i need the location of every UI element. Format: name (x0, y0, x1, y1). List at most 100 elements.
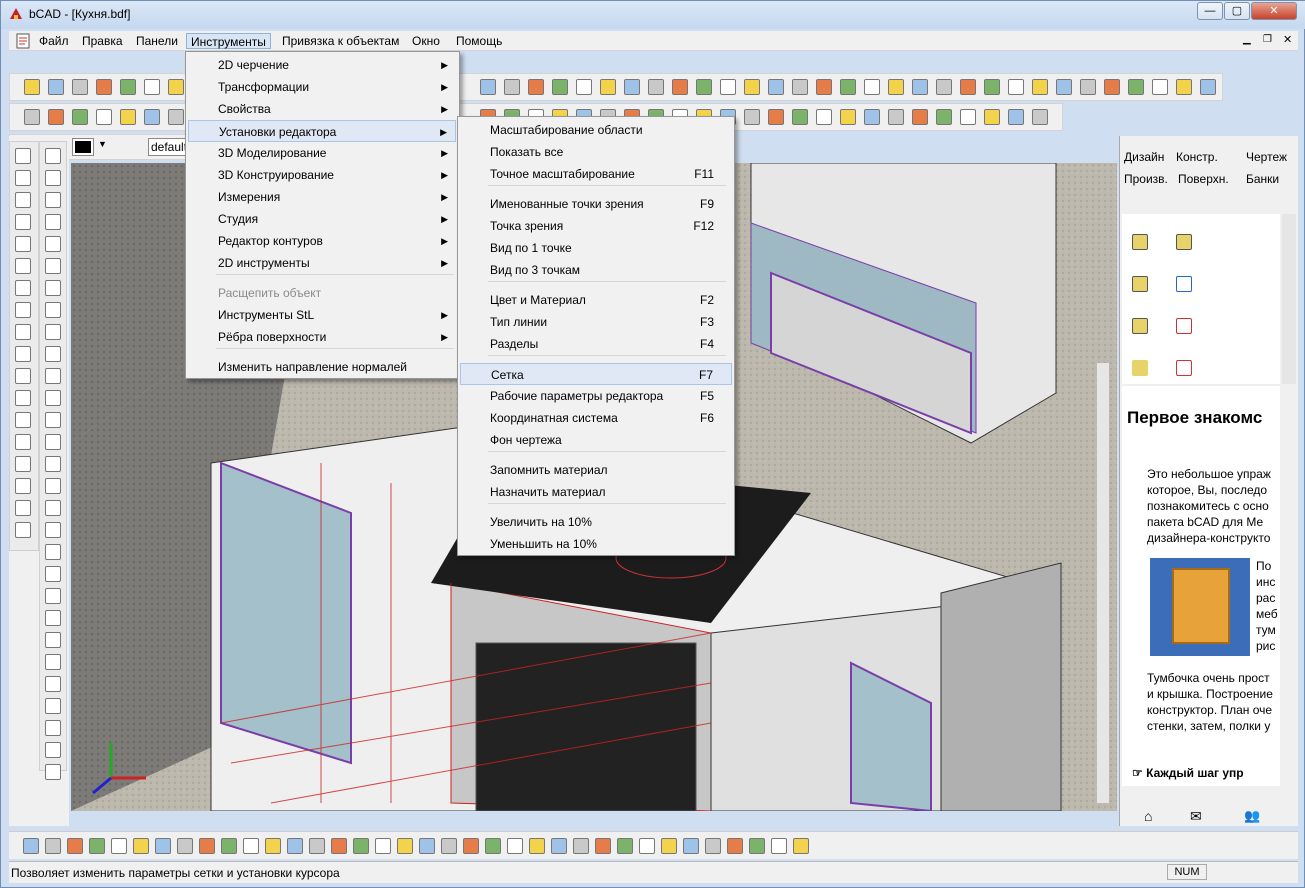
model-tool-icon[interactable] (529, 838, 545, 854)
model-tool-icon[interactable] (89, 838, 105, 854)
draw-tool-icon[interactable] (15, 236, 31, 252)
toolbar-tool-icon[interactable] (96, 109, 112, 125)
toolbar-tool-icon[interactable] (1152, 79, 1168, 95)
box-tool-icon[interactable] (1132, 276, 1148, 292)
toolbar-tool-icon[interactable] (744, 79, 760, 95)
toolbar-tool-icon[interactable] (1008, 79, 1024, 95)
editor-menu-item[interactable]: Запомнить материал (460, 459, 732, 481)
draw-tool-icon[interactable] (45, 214, 61, 230)
model-tool-icon[interactable] (375, 838, 391, 854)
mdi-restore-icon[interactable]: ❐ (1263, 34, 1272, 45)
toolbar-tool-icon[interactable] (960, 109, 976, 125)
toolbar-tool-icon[interactable] (72, 79, 88, 95)
draw-tool-icon[interactable] (15, 456, 31, 472)
tab-production[interactable]: Произв. (1124, 172, 1168, 186)
editor-menu-item[interactable]: Фон чертежа (460, 429, 732, 451)
toolbar-tool-icon[interactable] (744, 109, 760, 125)
draw-tool-icon[interactable] (15, 434, 31, 450)
toolbar-tool-icon[interactable] (1008, 109, 1024, 125)
model-tool-icon[interactable] (221, 838, 237, 854)
toolbar-tool-icon[interactable] (864, 109, 880, 125)
toolbar-tool-icon[interactable] (720, 79, 736, 95)
menu-file[interactable]: Файл (35, 33, 73, 49)
draw-tool-icon[interactable] (45, 324, 61, 340)
model-tool-icon[interactable] (661, 838, 677, 854)
tools-menu-item[interactable]: Студия ▶ (188, 208, 456, 230)
mail-icon[interactable]: ✉ (1190, 808, 1202, 825)
tools-menu-item[interactable]: Свойства ▶ (188, 98, 456, 120)
draw-tool-icon[interactable] (15, 390, 31, 406)
model-tool-icon[interactable] (397, 838, 413, 854)
toolbar-tool-icon[interactable] (1176, 79, 1192, 95)
draw-tool-icon[interactable] (15, 302, 31, 318)
draw-tool-icon[interactable] (45, 588, 61, 604)
layer-select[interactable]: default (148, 138, 188, 156)
tab-construct[interactable]: Констр. (1176, 150, 1218, 164)
toolbar-tool-icon[interactable] (552, 79, 568, 95)
model-tool-icon[interactable] (441, 838, 457, 854)
draw-tool-icon[interactable] (15, 522, 31, 538)
toolbar-tool-icon[interactable] (168, 79, 184, 95)
tools-menu-item[interactable]: 2D инструменты ▶ (188, 252, 456, 274)
model-tool-icon[interactable] (265, 838, 281, 854)
model-tool-icon[interactable] (419, 838, 435, 854)
draw-tool-icon[interactable] (45, 676, 61, 692)
toolbar-tool-icon[interactable] (888, 109, 904, 125)
model-tool-icon[interactable] (45, 838, 61, 854)
editor-menu-item[interactable]: Рабочие параметры редактора F5 (460, 385, 732, 407)
toolbar-tool-icon[interactable] (144, 109, 160, 125)
draw-tool-icon[interactable] (45, 170, 61, 186)
tools-menu-item[interactable]: 3D Конструирование ▶ (188, 164, 456, 186)
toolbar-tool-icon[interactable] (624, 79, 640, 95)
toolbar-tool-icon[interactable] (696, 79, 712, 95)
tab-banks[interactable]: Банки (1246, 172, 1279, 186)
toolbar-tool-icon[interactable] (1080, 79, 1096, 95)
draw-tool-icon[interactable] (15, 280, 31, 296)
toolbar-tool-icon[interactable] (600, 79, 616, 95)
model-tool-icon[interactable] (573, 838, 589, 854)
tools-menu-item[interactable]: Трансформации ▶ (188, 76, 456, 98)
select-arrow-icon[interactable] (1132, 234, 1148, 250)
users-icon[interactable]: 👥 (1244, 808, 1260, 824)
toolbar-tool-icon[interactable] (1032, 79, 1048, 95)
draw-tool-icon[interactable] (45, 148, 61, 164)
toolbar-tool-icon[interactable] (864, 79, 880, 95)
toolbar-tool-icon[interactable] (816, 79, 832, 95)
editor-menu-item[interactable]: Показать все (460, 141, 732, 163)
close-button[interactable]: ✕ (1251, 2, 1297, 20)
draw-tool-icon[interactable] (45, 390, 61, 406)
draw-tool-icon[interactable] (45, 544, 61, 560)
toolbar-tool-icon[interactable] (792, 79, 808, 95)
model-tool-icon[interactable] (243, 838, 259, 854)
toolbar-tool-icon[interactable] (912, 79, 928, 95)
menu-tools[interactable]: Инструменты (186, 33, 271, 49)
menu-edit[interactable]: Правка (78, 33, 127, 49)
draw-tool-icon[interactable] (45, 720, 61, 736)
editor-menu-item[interactable]: Разделы F4 (460, 333, 732, 355)
draw-tool-icon[interactable] (15, 192, 31, 208)
toolbar-tool-icon[interactable] (672, 79, 688, 95)
model-tool-icon[interactable] (705, 838, 721, 854)
draw-tool-icon[interactable] (45, 236, 61, 252)
toolbar-tool-icon[interactable] (960, 79, 976, 95)
tools-menu-item[interactable]: 2D черчение ▶ (188, 54, 456, 76)
model-tool-icon[interactable] (133, 838, 149, 854)
model-tool-icon[interactable] (67, 838, 83, 854)
toolbar-tool-icon[interactable] (912, 109, 928, 125)
toolbar-tool-icon[interactable] (504, 79, 520, 95)
toolbar-tool-icon[interactable] (840, 109, 856, 125)
model-tool-icon[interactable] (639, 838, 655, 854)
toolbar-tool-icon[interactable] (648, 79, 664, 95)
editor-menu-item[interactable]: Назначить материал (460, 481, 732, 503)
draw-tool-icon[interactable] (15, 214, 31, 230)
menu-snap[interactable]: Привязка к объектам (278, 33, 403, 49)
toolbar-tool-icon[interactable] (528, 79, 544, 95)
draw-tool-icon[interactable] (45, 500, 61, 516)
draw-tool-icon[interactable] (15, 412, 31, 428)
toolbar-tool-icon[interactable] (984, 109, 1000, 125)
model-tool-icon[interactable] (177, 838, 193, 854)
editor-menu-item[interactable]: Именованные точки зрения F9 (460, 193, 732, 215)
tab-drawing[interactable]: Чертеж (1246, 150, 1287, 164)
editor-menu-item[interactable]: Координатная система F6 (460, 407, 732, 429)
model-tool-icon[interactable] (793, 838, 809, 854)
